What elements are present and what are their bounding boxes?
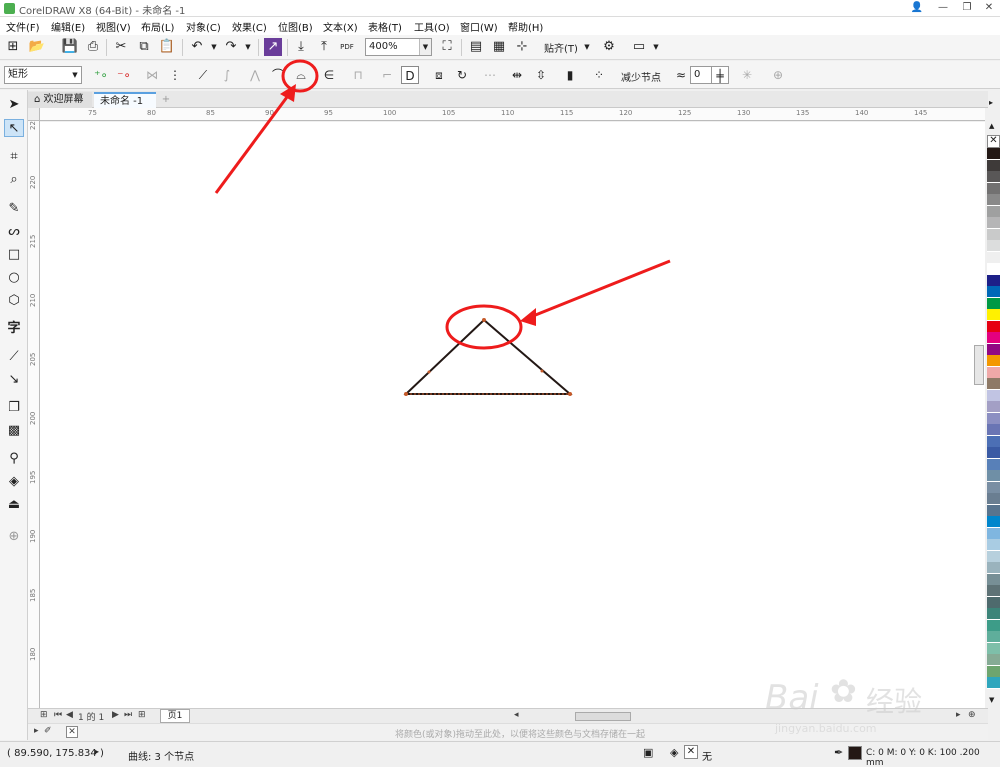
color-swatch[interactable] [987, 332, 1000, 344]
color-swatch[interactable] [987, 539, 1000, 551]
color-swatch[interactable] [987, 263, 1000, 275]
scroll-left-icon[interactable]: ◂ [514, 710, 519, 720]
object-info: 曲线: 3 个节点 [128, 752, 195, 763]
prev-page-icon[interactable]: ◀ [66, 710, 73, 720]
fill-status: 无 [702, 752, 712, 763]
color-swatch[interactable] [987, 654, 1000, 666]
color-swatch[interactable] [987, 182, 1000, 195]
color-swatch[interactable] [987, 458, 1000, 471]
color-swatch[interactable] [987, 516, 1000, 528]
watermark-brand: Bai [765, 678, 819, 718]
zoom-navigator-icon[interactable]: ⊕ [968, 710, 976, 720]
color-swatch[interactable] [987, 642, 1000, 655]
no-fill-swatch[interactable]: ✕ [684, 745, 698, 759]
status-expand-icon[interactable]: ▸ [95, 747, 99, 756]
color-swatch[interactable] [987, 493, 1000, 505]
docker-expand-icon[interactable]: ▸ [989, 98, 993, 107]
color-swatch[interactable] [987, 297, 1000, 310]
color-swatch[interactable] [987, 619, 1000, 632]
color-swatch[interactable] [987, 573, 1000, 586]
page-count: 1 的 1 [78, 713, 105, 723]
color-swatch[interactable] [987, 171, 1000, 183]
page-tab[interactable]: 页1 [160, 709, 190, 723]
color-swatch[interactable] [987, 355, 1000, 367]
color-swatch[interactable] [987, 401, 1000, 413]
color-swatch[interactable] [987, 665, 1000, 678]
color-swatch[interactable] [987, 286, 1000, 298]
first-page-icon[interactable]: ⏮ [54, 710, 62, 720]
watermark-brand-cn: 经验 [866, 685, 923, 718]
annotation-arrow [214, 92, 292, 194]
add-page-before-icon[interactable]: ⊞ [40, 710, 48, 720]
baidu-watermark: Bai ✿ 经验 jingyan.baidu.com [740, 660, 960, 750]
color-swatch[interactable] [987, 378, 1000, 390]
color-swatch[interactable] [987, 677, 1000, 689]
color-swatch[interactable] [987, 470, 1000, 482]
last-page-icon[interactable]: ⏭ [124, 710, 132, 720]
color-swatch[interactable] [987, 228, 1000, 241]
palette-scroll-down-icon[interactable]: ▼ [989, 696, 994, 704]
color-swatch[interactable] [987, 608, 1000, 620]
watermark-url: jingyan.baidu.com [775, 722, 877, 735]
color-swatch[interactable] [987, 343, 1000, 356]
palette-menu-icon[interactable]: ▸ [34, 726, 39, 736]
color-swatch[interactable] [987, 424, 1000, 436]
annotation-circle [281, 59, 319, 93]
color-swatch[interactable] [987, 435, 1000, 448]
vertical-scrollbar-thumb[interactable] [974, 345, 984, 385]
color-swatch[interactable] [987, 562, 1000, 574]
eyedropper-icon[interactable]: ✐ [44, 726, 52, 736]
color-swatch[interactable] [987, 194, 1000, 206]
next-page-icon[interactable]: ▶ [112, 710, 119, 720]
color-swatch[interactable] [987, 550, 1000, 563]
horizontal-scrollbar-thumb[interactable] [575, 712, 631, 721]
color-swatch[interactable] [987, 481, 1000, 494]
color-swatch[interactable] [987, 596, 1000, 609]
annotation-overlay [214, 59, 319, 194]
outline-status: C: 0 M: 0 Y: 0 K: 100 .200 mm [866, 748, 980, 767]
color-swatch[interactable] [987, 504, 1000, 517]
color-swatch[interactable] [987, 320, 1000, 333]
color-swatch[interactable] [987, 366, 1000, 379]
color-swatch[interactable] [987, 412, 1000, 425]
cursor-coordinates: ( 89.590, 175.834 ) [7, 748, 104, 759]
add-page-after-icon[interactable]: ⊞ [138, 710, 146, 720]
document-color-settings-icon[interactable]: ▣ [643, 746, 653, 759]
color-palette [987, 135, 1000, 708]
color-swatch[interactable] [987, 240, 1000, 252]
docker-hint-text: 将颜色(或对象)拖动至此处，以便将这些颜色与文档存储在一起 [395, 730, 646, 740]
paw-icon: ✿ [830, 672, 857, 710]
color-swatch[interactable] [987, 389, 1000, 402]
color-swatch[interactable] [987, 159, 1000, 172]
color-swatch[interactable] [987, 274, 1000, 287]
color-swatch[interactable] [987, 585, 1000, 597]
color-swatch[interactable] [987, 148, 1000, 160]
color-swatch[interactable] [987, 217, 1000, 229]
color-swatch[interactable] [987, 527, 1000, 540]
color-swatch[interactable] [987, 205, 1000, 218]
color-swatch[interactable] [987, 309, 1000, 321]
no-color-swatch[interactable]: ✕ [66, 726, 78, 738]
color-swatch[interactable] [987, 251, 1000, 264]
palette-scroll-up-icon[interactable]: ▲ [989, 122, 994, 130]
color-swatch[interactable] [987, 447, 1000, 459]
color-swatch[interactable] [987, 631, 1000, 643]
fill-bucket-icon: ◈ [670, 746, 679, 759]
